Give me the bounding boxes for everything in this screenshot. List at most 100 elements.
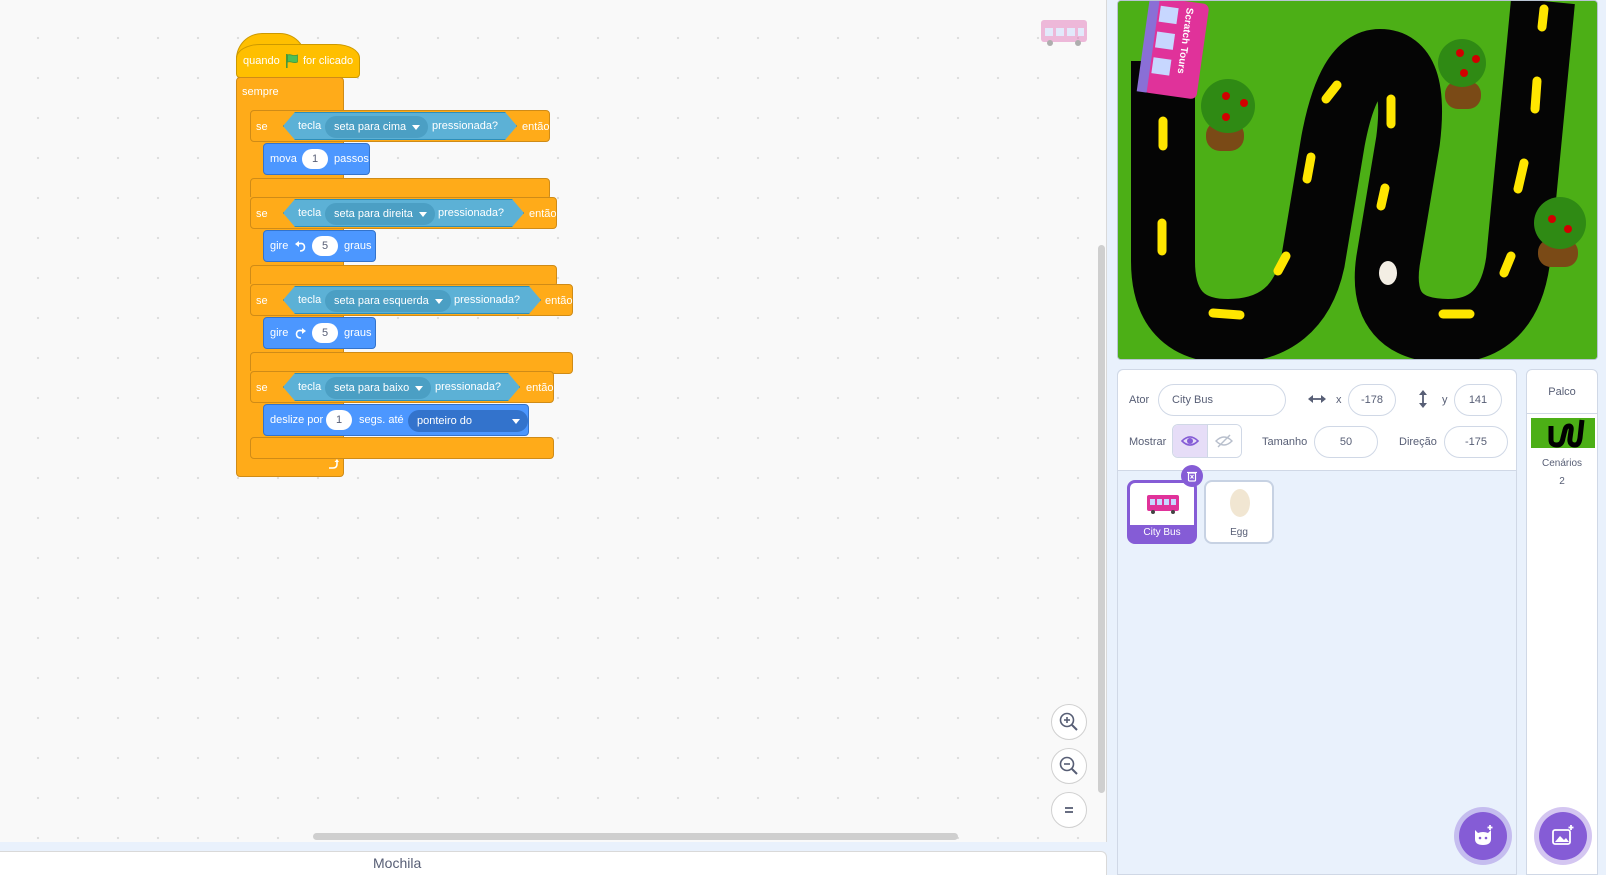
key-dropdown[interactable]: seta para esquerda [325,290,451,312]
sprite-tile-label: Egg [1230,527,1248,538]
key-pressed-sensing-block[interactable]: tecla seta para baixo pressionada? [283,373,520,401]
sprite-tile-egg[interactable]: Egg [1204,480,1274,544]
stage-panel-title: Palco [1527,370,1597,414]
cat-add-icon [1475,825,1493,845]
stage-selector[interactable]: Palco Cenários 2 [1526,369,1598,875]
eye-slash-icon [1215,434,1234,448]
glide-label: deslize por [270,414,324,426]
sprite-name-input[interactable]: City Bus [1158,384,1286,416]
delete-sprite-button[interactable] [1181,465,1203,487]
visibility-toggle [1172,424,1242,458]
egg-sprite [1379,261,1397,285]
glide-target-dropdown[interactable]: ponteiro do mouse [408,410,528,449]
vertical-scrollbar[interactable] [1098,245,1105,793]
stage-backdrop: Scratch Tours [1118,1,1597,359]
degrees-unit-label: graus [344,327,372,339]
zoom-in-button[interactable] [1051,704,1087,740]
hat-label-clicked: for clicado [303,55,354,67]
turn-left-block[interactable]: gire 5 graus [263,230,376,262]
glide-seconds-input[interactable]: 1 [326,410,352,430]
key-pressed-sensing-block[interactable]: tecla seta para direita pressionada? [283,199,524,227]
current-sprite-thumbnail [1041,20,1087,46]
if-label: se [256,382,268,394]
key-dropdown[interactable]: seta para cima [325,116,428,138]
key-label: tecla [298,207,322,219]
sprite-tile-city-bus[interactable]: City Bus [1127,480,1197,544]
glide-to-block[interactable]: deslize por 1 segs. até ponteiro do mous… [263,404,529,449]
size-label: Tamanho [1262,436,1308,448]
move-steps-block[interactable]: mova 1 passos [263,143,370,175]
green-flag-icon [286,54,298,68]
glide-until-label: segs. até [359,414,404,426]
horizontal-scrollbar[interactable] [313,833,958,840]
pressed-label: pressionada? [432,120,499,132]
then-label: então [522,121,550,133]
steps-unit-label: passos [334,153,369,165]
bus-thumbnail [1147,495,1179,514]
turn-label: gire [270,327,289,339]
sprite-tile-thumb-area [1130,483,1194,525]
if-label: se [256,295,268,307]
forever-label: sempre [242,86,279,98]
key-dropdown[interactable]: seta para baixo [325,377,431,399]
direction-label: Direção [1399,436,1437,448]
sprite-tile-label: City Bus [1143,527,1181,538]
backdrops-label: Cenários [1541,458,1583,469]
zoom-out-button[interactable] [1051,748,1087,784]
when-flag-clicked-block[interactable]: quando for clicado [236,44,360,78]
sprite-pane: Ator City Bus x -178 y 141 Mostrar Taman… [1117,369,1517,875]
key-pressed-sensing-block[interactable]: tecla seta para esquerda pressionada? [283,286,541,314]
turn-right-block[interactable]: gire 5 graus [263,317,376,349]
loop-arrow-icon [329,459,339,469]
trash-icon [1187,471,1197,482]
key-label: tecla [298,120,322,132]
show-button[interactable] [1173,425,1207,457]
degrees-input[interactable]: 5 [312,236,338,256]
degrees-unit-label: graus [344,240,372,252]
hat-label-when: quando [243,55,280,67]
zoom-out-icon [1059,756,1078,775]
code-area[interactable]: quando for clicado sempre se tecla seta … [0,0,1107,842]
backdrops-count: 2 [1559,476,1565,487]
pressed-label: pressionada? [454,294,521,306]
key-label: tecla [298,294,322,306]
eye-icon [1180,436,1199,446]
if-label: se [256,121,268,133]
hide-button[interactable] [1206,425,1241,457]
size-input[interactable]: 50 [1314,426,1378,458]
key-pressed-sensing-block[interactable]: tecla seta para cima pressionada? [283,112,517,140]
degrees-input[interactable]: 5 [312,323,338,343]
sprite-info-panel: Ator City Bus x -178 y 141 Mostrar Taman… [1118,370,1516,471]
key-dropdown[interactable]: seta para direita [325,203,435,225]
then-label: então [545,295,573,307]
move-label: mova [270,153,297,165]
then-label: então [529,208,557,220]
if-block-end [250,437,554,459]
turn-label: gire [270,240,289,252]
stage[interactable]: Scratch Tours [1117,0,1598,360]
direction-input[interactable]: -175 [1444,426,1508,458]
steps-input[interactable]: 1 [302,149,328,169]
choose-sprite-button[interactable] [1459,812,1507,860]
zoom-in-icon [1059,712,1078,731]
choose-backdrop-button[interactable] [1539,812,1587,860]
pressed-label: pressionada? [435,381,502,393]
y-input[interactable]: 141 [1454,384,1502,416]
pressed-label: pressionada? [438,207,505,219]
x-input[interactable]: -178 [1348,384,1396,416]
horizontal-arrows-icon [1308,395,1326,403]
rotate-right-icon [295,328,306,339]
backpack-bar[interactable]: Mochila [0,851,1107,875]
sprite-label: Ator [1129,394,1150,406]
backpack-label: Mochila [373,855,422,871]
key-label: tecla [298,381,322,393]
egg-thumbnail [1230,489,1250,517]
x-label: x [1336,394,1342,406]
zoom-reset-button[interactable] [1051,792,1087,828]
vertical-arrows-icon [1419,390,1427,408]
equals-icon [1065,807,1073,813]
if-label: se [256,208,268,220]
y-label: y [1442,394,1448,406]
show-label: Mostrar [1129,436,1167,448]
then-label: então [526,382,554,394]
